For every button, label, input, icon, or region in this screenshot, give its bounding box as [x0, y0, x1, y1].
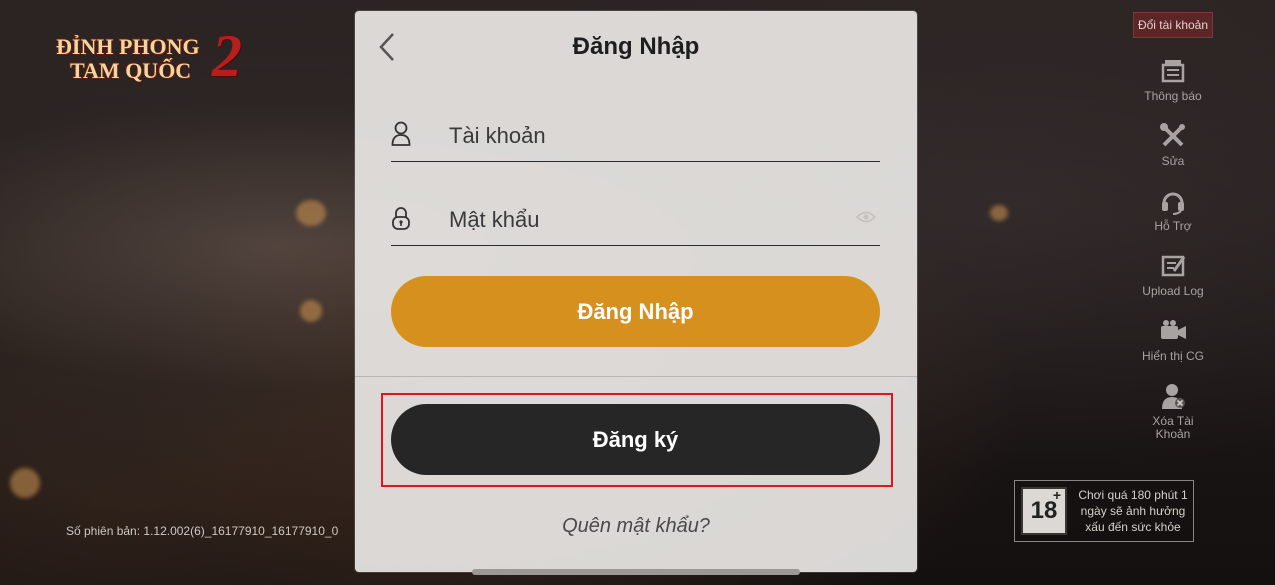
sidebar-item-show-cg[interactable]: Hiển thị CG [1128, 316, 1218, 363]
background-ember [990, 205, 1008, 221]
logo-number: 2 [212, 23, 242, 89]
background-ember [10, 468, 40, 498]
logo-title-line1: ĐỈNH PHONG [56, 34, 200, 59]
show-password-eye-icon[interactable] [856, 210, 876, 224]
sidebar-item-upload-log[interactable]: Upload Log [1128, 251, 1218, 298]
upload-log-icon [1161, 255, 1186, 277]
sidebar-item-label: Thông báo [1144, 89, 1202, 103]
age-warning-text: Chơi quá 180 phút 1 ngày sẽ ảnh hưởng xấ… [1078, 488, 1188, 534]
user-icon [391, 121, 411, 146]
password-input[interactable] [447, 201, 851, 239]
announcement-icon [1161, 60, 1185, 83]
background-ember [296, 200, 326, 226]
sidebar-item-delete-account[interactable]: Xóa Tài Khoản [1128, 381, 1218, 441]
sidebar-item-label: Hiển thị CG [1141, 349, 1205, 363]
sidebar-item-announcement[interactable]: Thông báo [1128, 56, 1218, 103]
delete-account-icon [1162, 384, 1185, 409]
switch-account-button[interactable]: Đổi tài khoản [1133, 12, 1213, 38]
register-button[interactable]: Đăng ký [391, 404, 880, 475]
tools-icon [1160, 123, 1185, 147]
home-indicator [472, 569, 800, 575]
sidebar-item-repair[interactable]: Sửa [1128, 121, 1218, 168]
divider [355, 376, 917, 377]
age-rating-notice: 18 + Chơi quá 180 phút 1 ngày sẽ ảnh hưở… [1014, 480, 1194, 542]
login-dialog: Đăng Nhập Đăng Nhập Đăng ký Quên mật khẩ… [355, 11, 917, 572]
sidebar-item-support[interactable]: Hỗ Trợ [1128, 186, 1218, 233]
login-button[interactable]: Đăng Nhập [391, 276, 880, 347]
age-18-badge: 18 + [1021, 487, 1067, 535]
headset-icon [1162, 192, 1184, 215]
game-logo: 2 ĐỈNH PHONG TAM QUỐC [52, 16, 282, 89]
account-field [391, 111, 880, 162]
forgot-password-link[interactable]: Quên mật khẩu? [355, 515, 917, 538]
sidebar-item-label: Sửa [1161, 154, 1185, 168]
lock-icon [392, 207, 410, 230]
account-input[interactable] [447, 117, 851, 155]
logo-title-line2: TAM QUỐC [70, 58, 192, 83]
age-badge-plus: + [1052, 487, 1061, 503]
dialog-title: Đăng Nhập [572, 33, 700, 60]
video-camera-icon [1161, 320, 1186, 339]
sidebar-item-label: Xóa Tài Khoản [1152, 414, 1194, 441]
password-field [391, 195, 880, 246]
sidebar-item-label: Hỗ Trợ [1154, 219, 1192, 233]
background-ember [300, 300, 322, 322]
version-text: Số phiên bản: 1.12.002(6)_16177910_16177… [66, 524, 339, 538]
sidebar-item-label: Upload Log [1142, 284, 1204, 298]
